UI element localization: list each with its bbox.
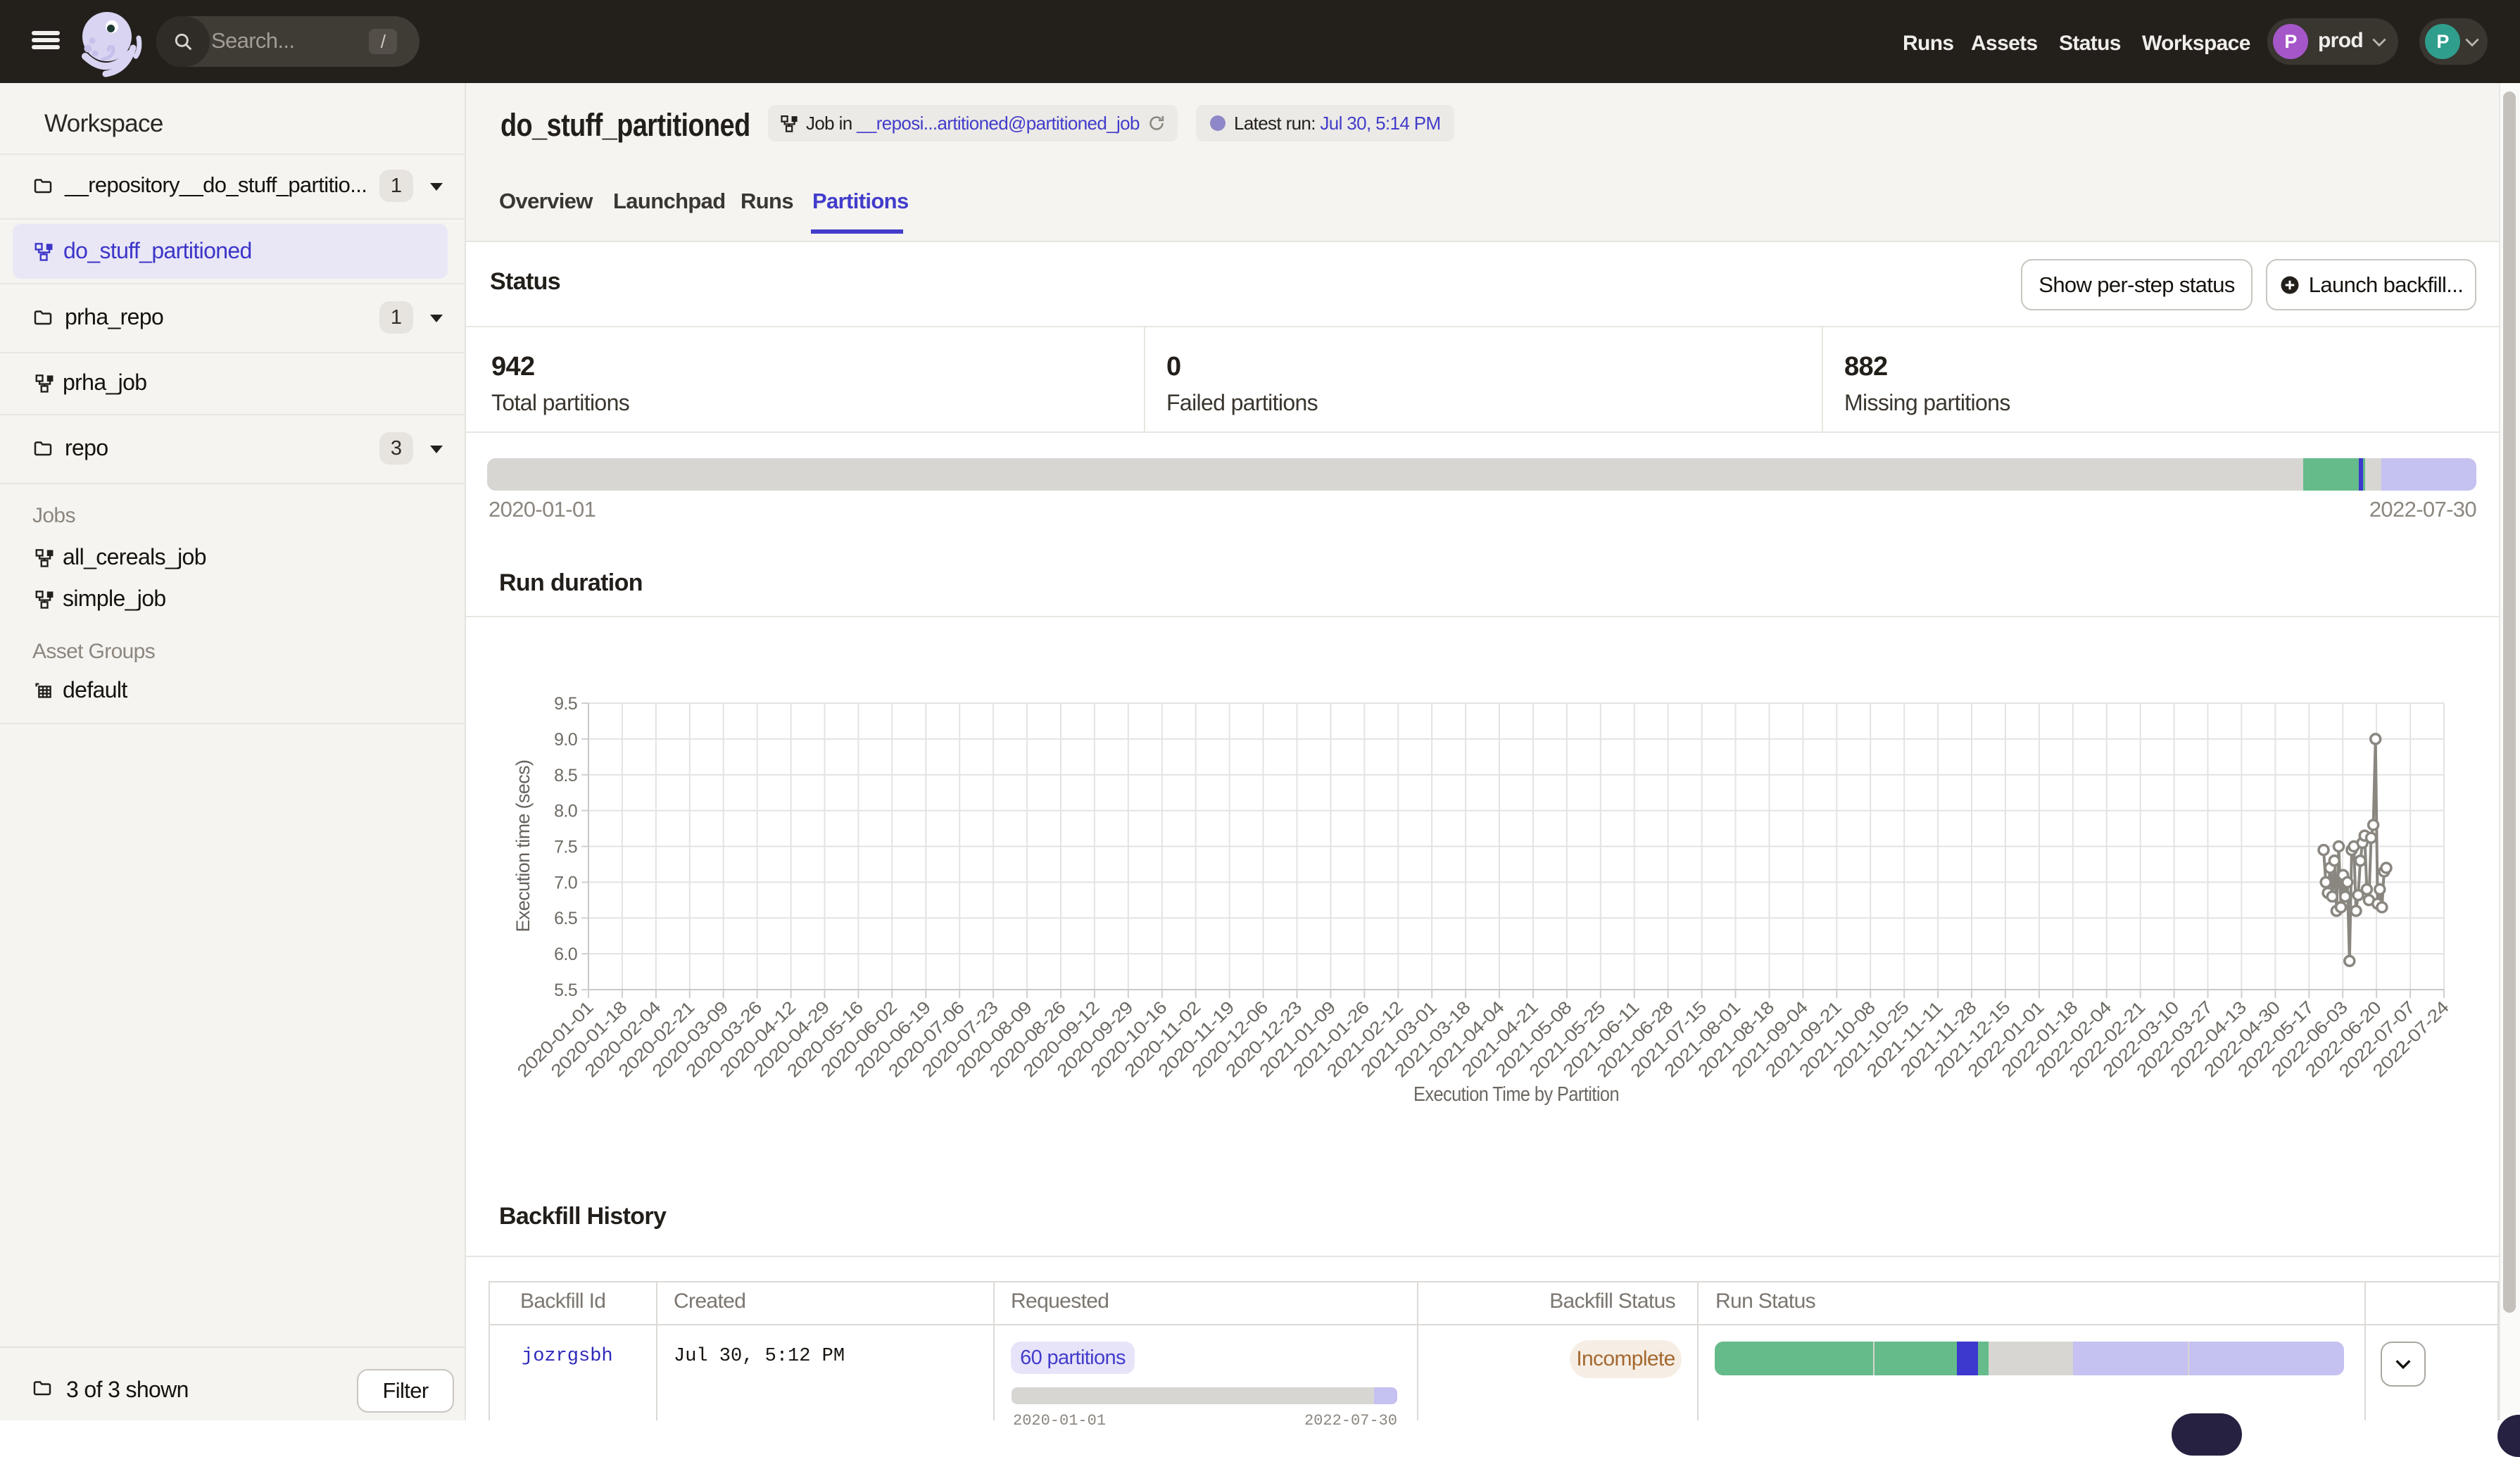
svg-text:Execution Time by Partition: Execution Time by Partition [1413,1083,1619,1106]
svg-text:8.0: 8.0 [554,802,577,821]
svg-text:Execution time (secs): Execution time (secs) [512,760,534,933]
svg-text:7.5: 7.5 [554,838,577,857]
svg-text:8.5: 8.5 [554,766,577,786]
svg-text:6.0: 6.0 [554,945,577,964]
svg-text:7.0: 7.0 [554,873,577,893]
svg-text:6.5: 6.5 [554,909,577,928]
svg-text:9.5: 9.5 [554,694,577,714]
svg-text:9.0: 9.0 [554,730,577,750]
svg-text:5.5: 5.5 [554,980,577,1000]
